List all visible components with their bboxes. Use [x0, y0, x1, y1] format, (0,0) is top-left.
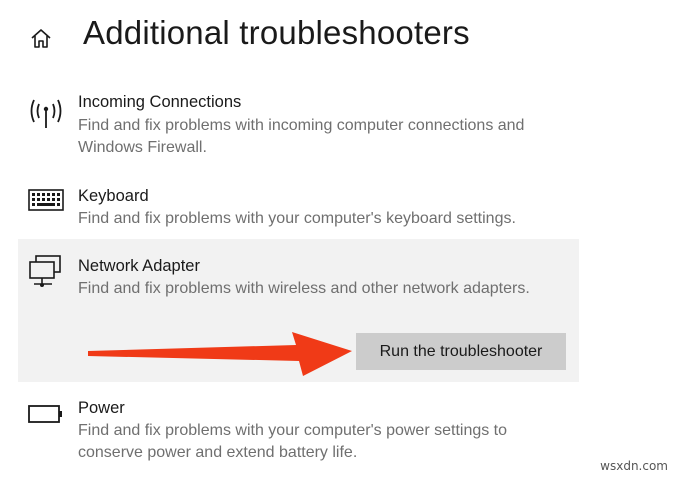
keyboard-icon: [28, 189, 64, 211]
item-description: Find and fix problems with wireless and …: [78, 280, 530, 297]
item-description: Find and fix problems with your computer…: [78, 210, 516, 227]
troubleshooter-keyboard[interactable]: Keyboard Find and fix problems with your…: [18, 180, 579, 230]
page-title: Additional troubleshooters: [83, 14, 470, 51]
item-title: Incoming Connections: [78, 93, 242, 111]
home-icon[interactable]: [30, 28, 52, 48]
network-adapter-icon: [29, 255, 61, 287]
watermark: wsxdn.com: [600, 459, 668, 473]
item-description: Find and fix problems with your computer…: [78, 422, 508, 461]
page-header: Additional troubleshooters: [0, 0, 680, 70]
item-description: Find and fix problems with incoming comp…: [78, 117, 525, 156]
run-troubleshooter-button[interactable]: Run the troubleshooter: [356, 333, 566, 370]
battery-icon: [28, 405, 62, 423]
troubleshooter-incoming-connections[interactable]: Incoming Connections Find and fix proble…: [18, 86, 579, 158]
annotation-arrow: [88, 332, 352, 376]
item-title: Keyboard: [78, 187, 149, 205]
item-title: Power: [78, 399, 125, 417]
troubleshooter-power[interactable]: Power Find and fix problems with your co…: [18, 391, 579, 466]
item-title: Network Adapter: [78, 257, 200, 275]
antenna-icon: [30, 99, 62, 128]
